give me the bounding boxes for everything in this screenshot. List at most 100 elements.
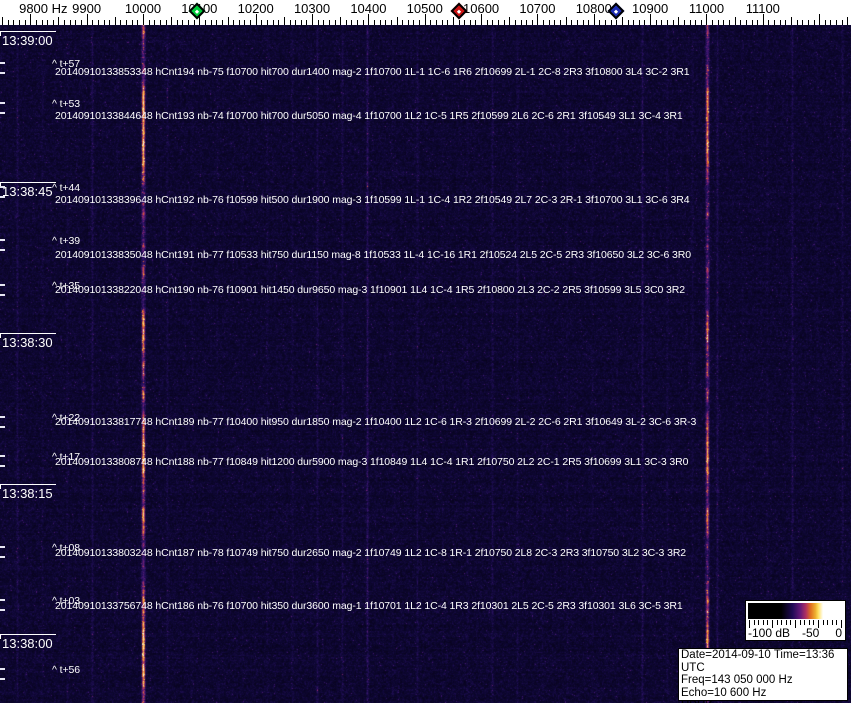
freq-tick <box>126 20 128 25</box>
freq-tick <box>379 20 381 25</box>
freq-tick <box>678 17 680 25</box>
time-gridline-stub <box>0 485 1 489</box>
freq-tick <box>520 20 522 25</box>
time-label: 13:39:00 <box>2 33 53 48</box>
db-tick <box>762 620 764 625</box>
time-minor-tick <box>0 609 5 611</box>
detection-text: 20140910133853348 hCnt194 nb-75 f10700 h… <box>55 66 690 78</box>
db-tick <box>767 620 769 625</box>
freq-label: 10300 <box>293 1 331 16</box>
freq-tick <box>289 20 291 25</box>
detection-text: 20140910133844648 hCnt193 nb-74 f10700 h… <box>55 110 683 122</box>
detection-text: 20140910133803248 hCnt187 nb-78 f10749 h… <box>55 547 687 559</box>
freq-tick <box>159 20 161 25</box>
hro-spectrogram-screen: 9800 Hz990010000101001020010300104001050… <box>0 0 851 703</box>
freq-tick <box>683 20 685 25</box>
freq-tick <box>323 20 325 25</box>
freq-tick <box>2 17 4 25</box>
freq-tick <box>796 20 798 25</box>
time-gridline-stub <box>0 334 1 338</box>
freq-tick <box>526 20 528 25</box>
freq-tick <box>469 20 471 25</box>
time-minor-tick <box>0 426 5 428</box>
db-tick <box>836 620 838 625</box>
freq-tick <box>610 20 612 25</box>
freq-tick <box>131 20 133 25</box>
time-minor-tick <box>0 416 5 418</box>
freq-tick <box>193 20 195 25</box>
freq-tick <box>751 20 753 25</box>
detection-text: 20140910133839648 hCnt192 nb-76 f10599 h… <box>55 194 690 206</box>
freq-tick <box>334 20 336 25</box>
freq-tick <box>695 20 697 25</box>
freq-label: 11100 <box>745 1 780 16</box>
time-minor-tick <box>0 72 5 74</box>
freq-label: 10200 <box>237 1 274 16</box>
freq-tick <box>306 20 308 25</box>
freq-tick <box>740 20 742 25</box>
detection-text: 20140910133817748 hCnt189 nb-77 f10400 h… <box>55 416 697 428</box>
freq-tick <box>64 20 66 25</box>
freq-label: 10800 <box>575 1 612 16</box>
info-box: Date=2014-09-10 Time=13:36 UTC Freq=143 … <box>678 648 848 703</box>
freq-tick <box>548 20 550 25</box>
freq-tick <box>244 20 246 25</box>
freq-tick <box>655 20 657 25</box>
info-date-time: Date=2014-09-10 Time=13:36 UTC <box>681 649 835 674</box>
freq-tick <box>137 20 139 25</box>
freq-tick <box>266 20 268 25</box>
freq-tick <box>672 20 674 25</box>
db-tick <box>813 620 815 625</box>
time-minor-tick <box>0 556 5 558</box>
freq-tick <box>396 17 398 25</box>
freq-tick <box>554 20 556 25</box>
freq-tick <box>317 20 319 25</box>
freq-tick <box>97 20 99 25</box>
freq-tick <box>571 20 573 25</box>
db-tick <box>822 620 824 625</box>
freq-tick <box>176 20 178 25</box>
db-label-min: -100 dB <box>748 626 791 640</box>
freq-tick <box>69 20 71 25</box>
freq-tick <box>436 20 437 25</box>
info-rx-frequency: Freq=143 050 000 Hz <box>681 674 793 687</box>
detection-text: 20140910133835048 hCnt191 nb-77 f10533 h… <box>55 249 691 261</box>
freq-label: 10700 <box>519 1 556 16</box>
time-minor-tick <box>0 62 5 64</box>
detection-tag: ^ t+53 <box>52 98 80 110</box>
freq-tick <box>689 20 691 25</box>
freq-tick <box>295 20 297 25</box>
freq-tick <box>464 20 466 25</box>
db-tick <box>776 620 778 625</box>
detection-tag: ^ t+56 <box>52 664 80 676</box>
detection-tag: ^ t+39 <box>52 235 80 247</box>
freq-tick <box>109 20 111 25</box>
freq-tick <box>52 20 54 25</box>
freq-tick <box>531 20 533 25</box>
freq-tick <box>582 20 584 25</box>
detection-text: 20140910133822048 hCnt190 nb-76 f10901 h… <box>55 284 685 296</box>
time-minor-tick <box>0 294 5 296</box>
freq-tick <box>272 20 274 25</box>
time-minor-tick <box>0 455 5 457</box>
freq-tick <box>171 17 173 25</box>
freq-tick <box>357 20 359 25</box>
freq-tick <box>667 20 669 25</box>
db-tick <box>753 620 755 625</box>
freq-label: 11000 <box>688 1 725 16</box>
time-minor-tick <box>0 249 5 251</box>
freq-tick <box>638 20 640 25</box>
freq-tick <box>509 17 511 25</box>
freq-tick <box>390 20 392 25</box>
freq-label: 10400 <box>350 1 387 16</box>
freq-tick <box>402 20 404 25</box>
detection-text: 20140910133756748 hCnt186 nb-76 f10700 h… <box>55 600 683 612</box>
freq-tick <box>458 20 460 25</box>
db-scale: -100 dB -50 0 <box>745 600 846 641</box>
time-minor-tick <box>0 112 5 114</box>
time-minor-tick <box>0 668 5 670</box>
time-label: 13:38:00 <box>2 636 53 651</box>
freq-tick <box>543 20 545 25</box>
freq-tick <box>204 20 206 25</box>
freq-tick <box>430 20 432 25</box>
